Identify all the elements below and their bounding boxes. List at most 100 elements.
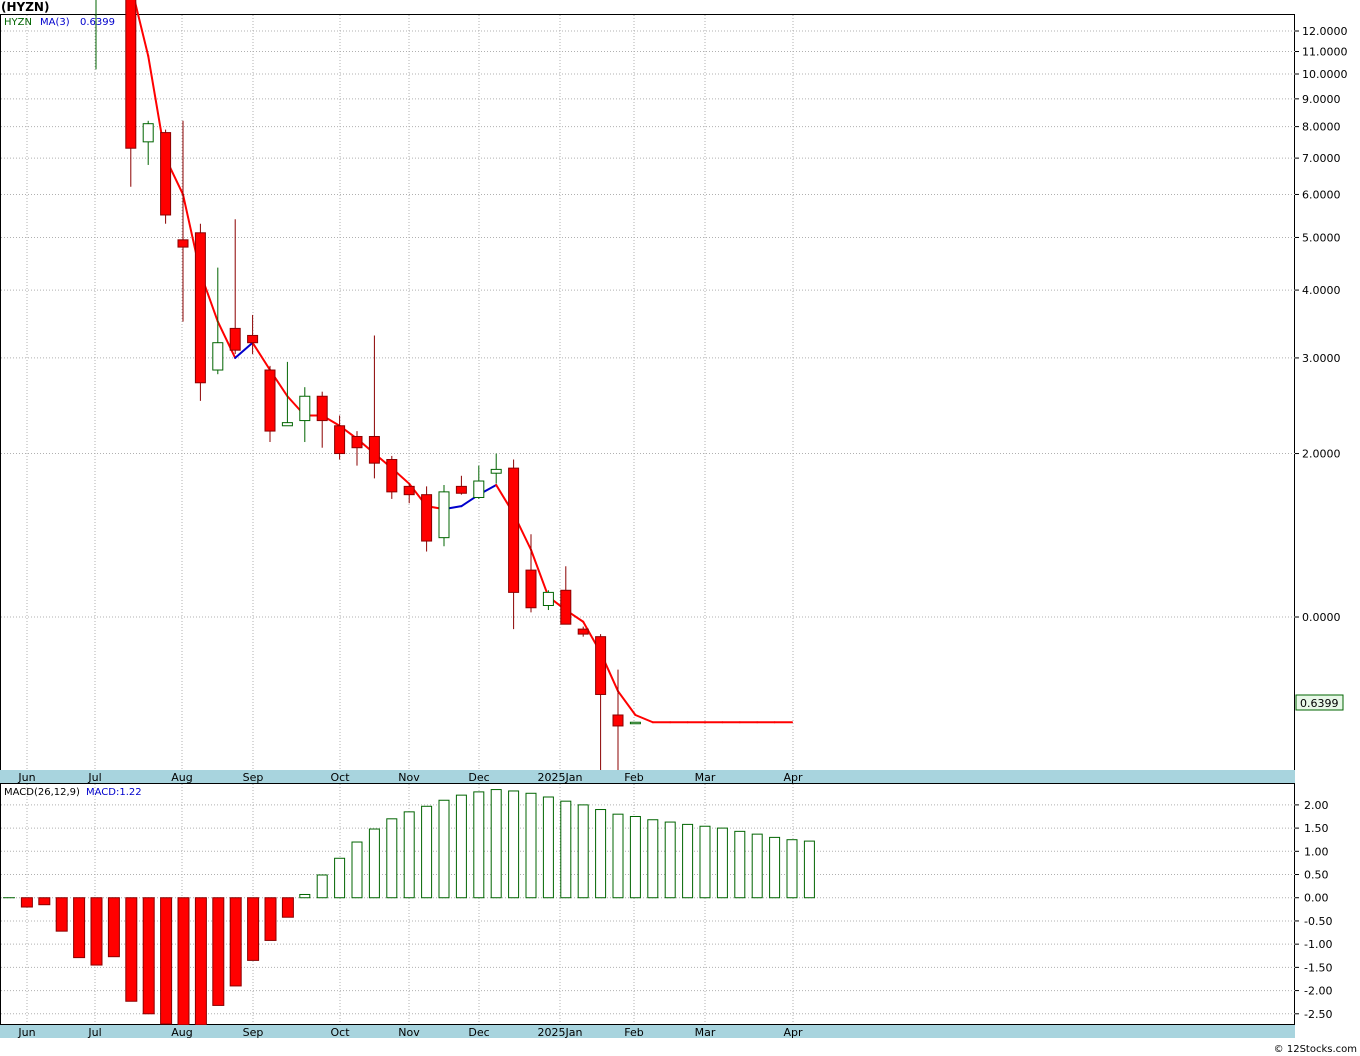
- macd-bar: [334, 857, 346, 899]
- macd-ytick-label: 0.50: [1304, 869, 1329, 882]
- price-y-axis: 27.000024.000022.000020.000018.000016.00…: [1295, 0, 1348, 624]
- macd-ytick-label: -0.50: [1304, 915, 1332, 928]
- macd-month-label: Jul: [87, 1026, 101, 1039]
- candle-body: [577, 628, 589, 635]
- price-ytick-label: 8.0000: [1302, 121, 1341, 134]
- credit-label: © 12Stocks.com: [1274, 1044, 1357, 1055]
- price-ytick-label: 14.0000: [1302, 0, 1348, 2]
- candle-body: [160, 132, 172, 216]
- macd-month-label: Sep: [243, 1026, 264, 1039]
- candle-body: [334, 425, 346, 455]
- candle-body: [316, 395, 328, 422]
- candle-body: [508, 467, 520, 593]
- candle-body: [247, 334, 259, 344]
- macd-bar: [55, 897, 68, 932]
- candle-body: [125, 0, 137, 149]
- price-ytick-label: 11.0000: [1302, 46, 1348, 59]
- price-x-axis-band: [0, 770, 1295, 783]
- macd-bar: [786, 839, 798, 899]
- candle-body: [629, 721, 641, 725]
- candle-body: [595, 636, 607, 695]
- macd-bar: [142, 897, 155, 1015]
- macd-month-label: Aug: [171, 1026, 192, 1039]
- macd-legend-value: MACD:1.22: [86, 787, 142, 798]
- macd-ytick-label: -1.50: [1304, 961, 1332, 974]
- candle-body: [281, 422, 293, 427]
- candle-body: [264, 369, 276, 432]
- macd-ytick-label: 1.50: [1304, 822, 1329, 835]
- price-panel-frame: [0, 14, 1295, 771]
- macd-bar: [160, 897, 173, 1025]
- candle-body: [612, 714, 624, 727]
- macd-bar: [682, 823, 694, 899]
- price-ytick-label: 12.0000: [1302, 25, 1348, 38]
- price-month-label: Nov: [398, 771, 420, 784]
- candle-body: [560, 589, 572, 625]
- macd-bar: [508, 790, 520, 899]
- price-month-label: Mar: [695, 771, 716, 784]
- candle-body: [299, 395, 311, 422]
- legend-ma-label: MA(3): [40, 17, 70, 28]
- macd-month-label: Apr: [783, 1026, 803, 1039]
- price-ytick-label: 2.0000: [1302, 448, 1341, 461]
- macd-bar: [107, 897, 120, 958]
- price-month-label: Dec: [468, 771, 489, 784]
- macd-month-label: Feb: [624, 1026, 643, 1039]
- price-ytick-label: 6.0000: [1302, 188, 1341, 201]
- candle-body: [351, 435, 363, 449]
- macd-bar: [560, 800, 572, 899]
- macd-bar: [247, 897, 260, 961]
- macd-month-label: Mar: [695, 1026, 716, 1039]
- macd-bar: [473, 791, 485, 899]
- macd-month-label: Dec: [468, 1026, 489, 1039]
- legend-ma-value: 0.6399: [80, 17, 115, 28]
- macd-bar: [542, 796, 554, 899]
- macd-bar: [647, 819, 659, 899]
- macd-bar: [699, 825, 711, 899]
- macd-month-label: Nov: [398, 1026, 420, 1039]
- price-month-label: 2025Jan: [538, 771, 583, 784]
- price-ytick-label: 4.0000: [1302, 284, 1341, 297]
- macd-bar: [751, 833, 763, 899]
- price-ytick-label: 10.0000: [1302, 68, 1348, 81]
- candle-body: [455, 485, 467, 494]
- macd-bar: [299, 893, 311, 899]
- macd-ytick-label: 1.00: [1304, 845, 1329, 858]
- macd-ytick-label: 2.00: [1304, 799, 1329, 812]
- macd-legend-label: MACD(26,12,9): [4, 787, 80, 798]
- price-ytick-label: 3.0000: [1302, 352, 1341, 365]
- candle-body: [421, 494, 433, 542]
- price-month-label: Sep: [243, 771, 264, 784]
- macd-bar: [20, 897, 33, 908]
- macd-month-label: 2025Jan: [538, 1026, 583, 1039]
- candle-body: [525, 569, 537, 609]
- macd-ytick-label: 0.00: [1304, 892, 1329, 905]
- macd-bar: [629, 815, 641, 899]
- macd-bar: [455, 794, 467, 899]
- candle-body: [542, 591, 554, 606]
- macd-bar: [769, 836, 781, 899]
- macd-x-axis-band: [0, 1025, 1295, 1038]
- macd-bar: [421, 805, 433, 899]
- macd-ytick-label: -2.00: [1304, 985, 1332, 998]
- candle-body: [368, 435, 380, 464]
- macd-bar: [125, 897, 138, 1002]
- candle-body: [229, 327, 241, 351]
- price-ytick-label: 0.0000: [1302, 611, 1341, 624]
- macd-bar: [90, 897, 103, 966]
- price-ytick-label: 7.0000: [1302, 152, 1341, 165]
- candle-body: [194, 232, 206, 384]
- macd-bar: [351, 841, 363, 899]
- macd-bar: [368, 828, 380, 899]
- macd-bar: [734, 830, 746, 899]
- macd-bar: [212, 897, 225, 1006]
- candle-body: [212, 342, 224, 371]
- candle-body: [473, 480, 485, 498]
- chart-title: (HYZN): [1, 0, 49, 14]
- price-ytick-label: 5.0000: [1302, 231, 1341, 244]
- macd-bar: [403, 811, 415, 899]
- macd-y-axis: 2.00 1.50 1.00 0.50 0.00 -0.50 -1.00 -1.50 -2.00…: [1295, 799, 1332, 1021]
- macd-bar: [595, 809, 607, 899]
- macd-bar: [281, 897, 294, 918]
- price-month-label: Jun: [17, 771, 35, 784]
